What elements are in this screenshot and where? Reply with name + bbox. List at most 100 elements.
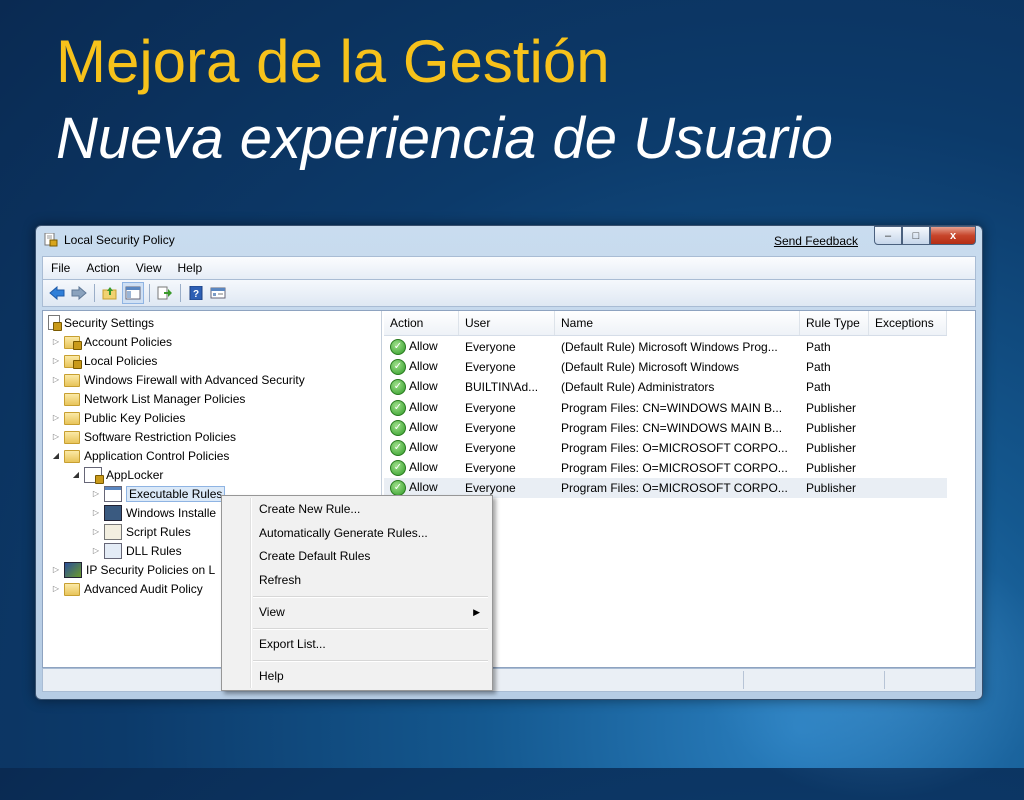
expand-arrow-icon[interactable]: ▷ <box>91 508 101 517</box>
tree-item-advanced-audit[interactable]: ▷ Advanced Audit Policy <box>51 579 203 598</box>
table-row[interactable]: ✓ Allow Everyone Program Files: O=MICROSOFT… <box>384 458 947 478</box>
tree-item-ip-security[interactable]: ▷ IP Security Policies on L <box>51 560 215 579</box>
menu-action[interactable]: Action <box>78 261 127 275</box>
cell-text: Publisher <box>806 481 857 496</box>
expand-arrow-icon[interactable]: ▷ <box>91 546 101 555</box>
cell-text: Everyone <box>465 441 516 455</box>
menu-item-create-default-rules[interactable]: Create Default Rules <box>224 545 490 567</box>
menu-view[interactable]: View <box>128 261 170 275</box>
slide-title: Mejora de la Gestión <box>56 28 610 95</box>
cell-name: Program Files: CN=WINDOWS MAIN B... <box>555 401 800 415</box>
tree-item-applocker[interactable]: ◢ AppLocker <box>71 465 163 484</box>
slide-subtitle: Nueva experiencia de Usuario <box>56 106 833 171</box>
expand-arrow-icon[interactable]: ▷ <box>51 356 61 365</box>
send-feedback-link[interactable]: Send Feedback <box>774 234 858 248</box>
minimize-button[interactable]: ‒ <box>874 226 902 245</box>
cell-text: Everyone <box>465 481 516 496</box>
collapse-arrow-icon[interactable]: ◢ <box>51 451 61 460</box>
collapse-arrow-icon[interactable]: ◢ <box>71 470 81 479</box>
menu-item-auto-generate-rules[interactable]: Automatically Generate Rules... <box>224 522 490 544</box>
tree-item-executable-rules[interactable]: ▷ Executable Rules <box>91 484 226 503</box>
forward-icon[interactable] <box>69 283 89 303</box>
cell-text: (Default Rule) Microsoft Windows <box>561 360 740 375</box>
tree-item-label: AppLocker <box>106 467 164 482</box>
tree-item-software-restriction[interactable]: ▷ Software Restriction Policies <box>51 427 236 446</box>
column-header-user[interactable]: User <box>459 311 555 335</box>
tree-item-account-policies[interactable]: ▷ Account Policies <box>51 332 172 351</box>
table-row[interactable]: ✓ Allow Everyone Program Files: CN=WINDOWS … <box>384 418 947 438</box>
menu-item-help[interactable]: Help <box>224 665 490 687</box>
maximize-button[interactable]: □ <box>902 226 930 245</box>
export-list-icon[interactable] <box>155 283 175 303</box>
tree-item-local-policies[interactable]: ▷ Local Policies <box>51 351 157 370</box>
column-header-action[interactable]: Action <box>384 311 459 335</box>
properties-icon[interactable] <box>208 283 228 303</box>
window-controls: ‒ □ x <box>874 226 976 245</box>
table-row[interactable]: ✓ Allow Everyone (Default Rule) Microsoft W… <box>384 337 947 357</box>
expand-arrow-icon[interactable]: ▷ <box>91 489 101 498</box>
menu-help[interactable]: Help <box>170 261 211 275</box>
cell-text: Publisher <box>806 400 857 415</box>
cell-type: Publisher <box>800 401 869 415</box>
help-icon[interactable]: ? <box>186 283 206 303</box>
tree-item-windows-firewall[interactable]: ▷ Windows Firewall with Advanced Securit… <box>51 370 305 389</box>
allow-check-icon: ✓ <box>390 379 406 396</box>
expand-arrow-icon[interactable]: ▷ <box>51 432 61 441</box>
menu-separator <box>253 628 488 630</box>
menu-item-create-new-rule[interactable]: Create New Rule... <box>224 498 490 520</box>
allow-check-icon: ✓ <box>390 359 406 376</box>
toolbar-separator <box>94 284 95 302</box>
tree-item-public-key-policies[interactable]: ▷ Public Key Policies <box>51 408 185 427</box>
tree-item-dll-rules[interactable]: ▷ DLL Rules <box>91 541 182 560</box>
expand-arrow-icon[interactable]: ▷ <box>51 375 61 384</box>
menu-item-view[interactable]: View ▶ <box>224 601 490 623</box>
menu-file[interactable]: File <box>43 261 78 275</box>
cell-text: Path <box>806 380 831 395</box>
tree-item-security-settings[interactable]: Security Settings <box>45 313 154 332</box>
tree-item-windows-installer-rules[interactable]: ▷ Windows Installe <box>91 503 216 522</box>
expand-arrow-icon[interactable]: ▷ <box>51 413 61 422</box>
column-header-name[interactable]: Name <box>555 311 800 335</box>
expand-arrow-icon[interactable]: ▷ <box>51 337 61 346</box>
local-security-policy-window: Local Security Policy Send Feedback ‒ □ … <box>35 225 983 700</box>
cell-text: Program Files: O=MICROSOFT CORPO... <box>561 481 788 496</box>
allow-check-icon: ✓ <box>390 440 406 456</box>
cell-text: Allow <box>409 359 438 374</box>
close-button[interactable]: x <box>930 226 976 245</box>
table-row[interactable]: ✓ Allow Everyone (Default Rule) Microsoft W… <box>384 357 947 377</box>
tree-item-application-control[interactable]: ◢ Application Control Policies <box>51 446 229 465</box>
tree-item-label: Advanced Audit Policy <box>84 581 203 596</box>
expand-arrow-icon[interactable]: ▷ <box>91 527 101 536</box>
cell-text: Everyone <box>465 340 516 354</box>
cell-text: Program Files: CN=WINDOWS MAIN B... <box>561 400 783 415</box>
column-header-exceptions[interactable]: Exceptions <box>869 311 947 335</box>
tree-item-label: Security Settings <box>64 315 155 330</box>
cell-text: (Default Rule) Microsoft Windows Prog... <box>561 340 778 354</box>
folder-icon <box>64 412 80 425</box>
table-row[interactable]: ✓ Allow Everyone Program Files: CN=WINDOWS … <box>384 398 947 418</box>
tree-item-script-rules[interactable]: ▷ Script Rules <box>91 522 191 541</box>
up-folder-icon[interactable] <box>100 283 120 303</box>
tree-item-label: Windows Installe <box>126 505 217 520</box>
cell-action: ✓ Allow <box>384 379 459 396</box>
cell-text: Allow <box>409 419 438 434</box>
tree-item-network-list-manager[interactable]: Network List Manager Policies <box>51 389 245 408</box>
locked-folder-icon <box>64 336 82 350</box>
cell-name: Program Files: O=MICROSOFT CORPO... <box>555 441 800 455</box>
cell-name: Program Files: O=MICROSOFT CORPO... <box>555 481 800 495</box>
show-hide-tree-icon[interactable] <box>122 282 144 304</box>
table-row[interactable]: ✓ Allow Everyone Program Files: O=MICROSOFT… <box>384 438 947 458</box>
allow-check-icon: ✓ <box>390 339 406 355</box>
menu-item-refresh[interactable]: Refresh <box>224 569 490 591</box>
expand-arrow-icon[interactable]: ▷ <box>51 565 61 574</box>
cell-user: BUILTIN\Ad... <box>459 380 555 394</box>
back-icon[interactable] <box>47 283 67 303</box>
toolbar-separator <box>180 284 181 302</box>
title-bar[interactable]: Local Security Policy Send Feedback ‒ □ … <box>36 226 982 254</box>
expand-arrow-icon[interactable]: ▷ <box>51 584 61 593</box>
cell-action: ✓ Allow <box>384 460 459 477</box>
menu-item-export-list[interactable]: Export List... <box>224 633 490 655</box>
table-row[interactable]: ✓ Allow BUILTIN\Ad... (Default Rule) Admini… <box>384 377 947 397</box>
column-header-rule-type[interactable]: Rule Type <box>800 311 869 335</box>
cell-action: ✓ Allow <box>384 399 459 416</box>
